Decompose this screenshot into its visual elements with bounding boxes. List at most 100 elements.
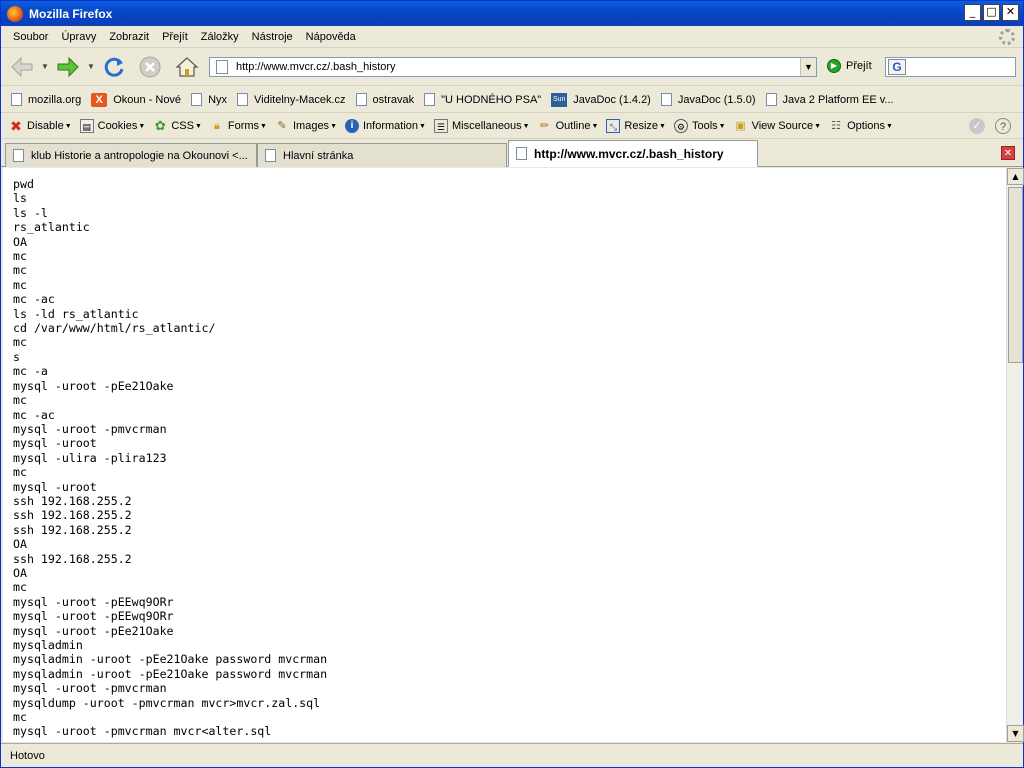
bookmark-label: ostravak bbox=[372, 93, 415, 106]
chevron-down-icon: ▼ bbox=[718, 122, 726, 130]
minimize-button[interactable]: _ bbox=[964, 4, 981, 21]
dev-resize-menu[interactable]: ⤡ Resize ▼ bbox=[606, 119, 666, 133]
dev-label: Images bbox=[292, 120, 330, 132]
title-bar: Mozilla Firefox _ □ ✕ bbox=[1, 1, 1023, 26]
navigation-toolbar: ▼ ▼ ▼ ▶ Přejít G bbox=[1, 48, 1023, 86]
tab-label: http://www.mvcr.cz/.bash_history bbox=[534, 146, 724, 161]
back-dropdown-icon[interactable]: ▼ bbox=[41, 62, 49, 71]
menu-help[interactable]: Nápověda bbox=[300, 31, 362, 43]
bookmark-mozilla[interactable]: mozilla.org bbox=[11, 93, 81, 106]
close-tab-icon[interactable]: ✕ bbox=[1001, 146, 1015, 160]
url-dropdown-icon[interactable]: ▼ bbox=[800, 58, 816, 76]
chevron-down-icon: ▼ bbox=[886, 122, 893, 130]
x-icon: ✖ bbox=[10, 118, 22, 134]
back-arrow-icon bbox=[11, 56, 33, 78]
status-text: Hotovo bbox=[10, 749, 45, 762]
page-icon bbox=[13, 149, 24, 162]
chevron-down-icon: ▼ bbox=[64, 122, 72, 130]
go-arrow-icon: ▶ bbox=[827, 59, 841, 73]
dev-label: View Source bbox=[751, 120, 814, 132]
bookmark-label: Okoun - Nové bbox=[113, 93, 182, 106]
info-icon: i bbox=[345, 119, 359, 133]
dev-outline-menu[interactable]: ✏ Outline ▼ bbox=[538, 119, 599, 133]
menu-tools[interactable]: Nástroje bbox=[246, 31, 299, 43]
dev-tools-menu[interactable]: ⚙ Tools ▼ bbox=[673, 119, 726, 133]
chevron-down-icon: ▼ bbox=[330, 122, 337, 130]
tab-main-page[interactable]: Hlavní stránka bbox=[257, 143, 507, 167]
chevron-down-icon: ▼ bbox=[814, 122, 822, 130]
reload-button[interactable] bbox=[101, 54, 127, 80]
bookmark-javadoc-150[interactable]: JavaDoc (1.5.0) bbox=[660, 93, 756, 106]
bookmark-label: mozilla.org bbox=[28, 93, 82, 106]
bookmark-java-ee[interactable]: Java 2 Platform EE v... bbox=[765, 93, 894, 106]
chevron-down-icon: ▼ bbox=[138, 122, 146, 130]
bookmark-viditelny-macek[interactable]: Viditelny-Macek.cz bbox=[237, 93, 346, 106]
page-icon bbox=[191, 93, 203, 106]
dev-cookies-menu[interactable]: ▤ Cookies ▼ bbox=[79, 119, 146, 133]
maximize-button[interactable]: □ bbox=[983, 4, 1000, 21]
dev-information-menu[interactable]: i Information ▼ bbox=[345, 119, 426, 133]
images-icon: ✎ bbox=[277, 120, 287, 132]
window-title: Mozilla Firefox bbox=[29, 6, 113, 21]
bash-history-text: pwd ls ls -l rs_atlantic OA mc mc mc mc … bbox=[13, 177, 328, 739]
search-box[interactable]: G bbox=[885, 57, 1016, 77]
dev-label: Disable bbox=[27, 120, 64, 132]
forward-dropdown-icon[interactable]: ▼ bbox=[87, 62, 95, 71]
page-icon bbox=[11, 93, 22, 106]
validation-check-icon[interactable]: ✓ bbox=[969, 118, 985, 134]
chevron-down-icon: ▼ bbox=[419, 122, 426, 130]
help-icon[interactable]: ? bbox=[995, 118, 1011, 134]
forward-button[interactable] bbox=[55, 54, 81, 80]
dev-label: Forms bbox=[227, 120, 260, 132]
chevron-down-icon: ▼ bbox=[522, 122, 530, 130]
bookmark-okoun[interactable]: X Okoun - Nové bbox=[91, 92, 182, 107]
menu-file[interactable]: Soubor bbox=[7, 31, 54, 43]
dev-miscellaneous-menu[interactable]: ☰ Miscellaneous ▼ bbox=[433, 119, 530, 133]
close-window-button[interactable]: ✕ bbox=[1002, 4, 1019, 21]
search-input[interactable] bbox=[910, 61, 1010, 73]
tools-icon: ⚙ bbox=[673, 119, 688, 133]
stop-icon bbox=[139, 56, 161, 78]
tab-bash-history[interactable]: http://www.mvcr.cz/.bash_history bbox=[508, 140, 758, 167]
bookmark-ostravak[interactable]: ostravak bbox=[355, 93, 415, 106]
vertical-scrollbar[interactable]: ▲ ▼ bbox=[1006, 168, 1024, 742]
dev-view-source-menu[interactable]: ▣ View Source ▼ bbox=[734, 119, 822, 133]
menu-go[interactable]: Přejít bbox=[156, 31, 194, 43]
cookie-icon: ▤ bbox=[79, 119, 94, 133]
page-icon bbox=[216, 60, 228, 74]
tab-okoun-history[interactable]: klub Historie a antropologie na Okounovi… bbox=[5, 143, 257, 167]
dev-label: Miscellaneous bbox=[451, 120, 522, 132]
dev-options-menu[interactable]: ☷ Options ▼ bbox=[829, 119, 893, 133]
scroll-thumb[interactable] bbox=[1008, 187, 1023, 363]
dev-forms-menu[interactable]: 🔒︎ Forms ▼ bbox=[210, 119, 267, 133]
firefox-icon bbox=[7, 5, 23, 22]
dev-disable-menu[interactable]: ✖ Disable ▼ bbox=[9, 119, 72, 133]
status-bar: Hotovo bbox=[1, 743, 1023, 767]
dev-images-menu[interactable]: ✎ Images ▼ bbox=[275, 119, 337, 133]
menu-edit[interactable]: Úpravy bbox=[55, 31, 102, 43]
window-controls: _ □ ✕ bbox=[964, 4, 1019, 21]
bookmark-javadoc-142[interactable]: Sun JavaDoc (1.4.2) bbox=[551, 92, 651, 107]
home-button[interactable] bbox=[174, 54, 200, 80]
menu-bookmarks[interactable]: Záložky bbox=[195, 31, 245, 43]
scroll-up-icon[interactable]: ▲ bbox=[1007, 168, 1024, 185]
forward-arrow-icon bbox=[57, 56, 79, 78]
url-input[interactable] bbox=[236, 59, 800, 75]
go-button[interactable]: ▶ Přejít bbox=[827, 59, 872, 73]
stop-button[interactable] bbox=[137, 54, 163, 80]
chevron-down-icon: ▼ bbox=[591, 122, 599, 130]
chevron-down-icon: ▼ bbox=[260, 122, 267, 130]
css-icon: ✿ bbox=[154, 118, 166, 133]
dev-label: CSS bbox=[171, 120, 194, 132]
dev-css-menu[interactable]: ✿ CSS ▼ bbox=[153, 119, 202, 133]
url-bar[interactable]: ▼ bbox=[209, 57, 817, 77]
page-icon bbox=[660, 93, 672, 106]
google-search-icon[interactable]: G bbox=[888, 59, 906, 75]
menu-view[interactable]: Zobrazit bbox=[103, 31, 155, 43]
scroll-down-icon[interactable]: ▼ bbox=[1007, 725, 1024, 742]
back-button[interactable] bbox=[9, 54, 35, 80]
bookmark-nyx[interactable]: Nyx bbox=[191, 93, 227, 106]
tab-label: Hlavní stránka bbox=[283, 149, 354, 162]
page-icon bbox=[237, 93, 249, 106]
bookmark-u-hodneho-psa[interactable]: "U HODNÉHO PSA" bbox=[424, 93, 541, 106]
